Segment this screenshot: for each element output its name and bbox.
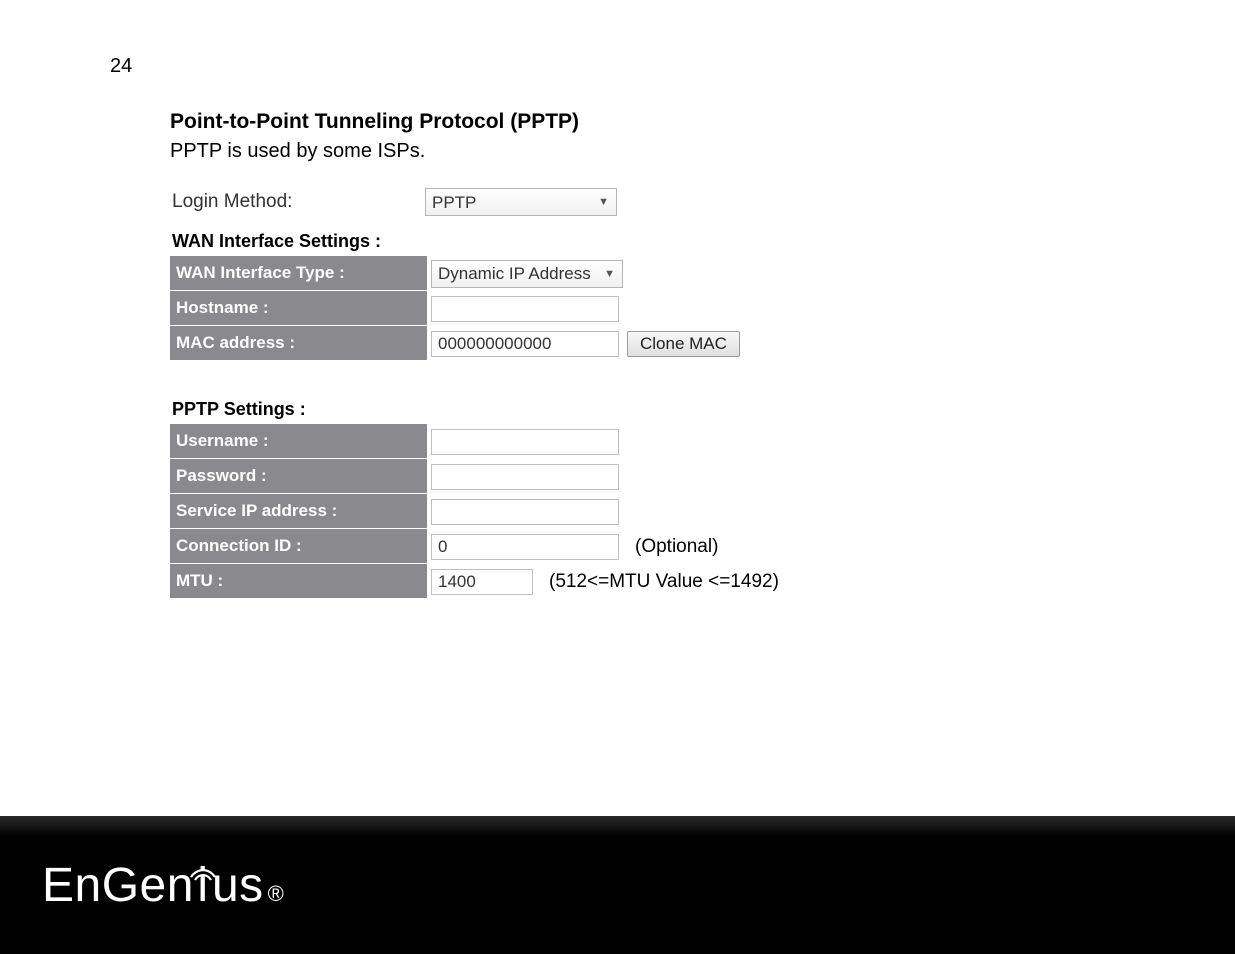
hostname-label: Hostname :: [170, 291, 427, 326]
mtu-input[interactable]: [431, 569, 533, 595]
footer: EnGen i us®: [0, 816, 1235, 954]
mtu-hint: (512<=MTU Value <=1492): [549, 571, 779, 593]
username-input[interactable]: [431, 429, 619, 455]
username-value-cell: [427, 427, 623, 457]
wan-interface-type-row: WAN Interface Type : Dynamic IP Address …: [170, 256, 1070, 291]
engenius-logo: EnGen i us®: [42, 858, 284, 913]
pptp-settings-table: Username : Password : Service IP address…: [170, 424, 1070, 599]
wan-interface-type-label: WAN Interface Type :: [170, 256, 427, 291]
wan-interface-type-select[interactable]: Dynamic IP Address: [431, 260, 623, 288]
service-ip-label: Service IP address :: [170, 494, 427, 529]
connection-id-value-cell: (Optional): [427, 532, 722, 562]
password-row: Password :: [170, 459, 1070, 494]
wan-interface-type-value-cell: Dynamic IP Address ▼: [427, 258, 627, 290]
login-method-label: Login Method:: [170, 187, 425, 217]
service-ip-value-cell: [427, 497, 623, 527]
mtu-row: MTU : (512<=MTU Value <=1492): [170, 564, 1070, 599]
connection-id-label: Connection ID :: [170, 529, 427, 564]
wifi-icon: [188, 840, 218, 895]
mac-address-row: MAC address : Clone MAC: [170, 326, 1070, 361]
hostname-value-cell: [427, 294, 623, 324]
page-number: 24: [110, 55, 132, 78]
section-title: Point-to-Point Tunneling Protocol (PPTP): [170, 110, 1070, 134]
logo-i-wrap: i: [194, 858, 212, 913]
section-subtitle: PPTP is used by some ISPs.: [170, 140, 1070, 163]
connection-id-input[interactable]: [431, 534, 619, 560]
section-spacer: [170, 361, 1070, 391]
service-ip-row: Service IP address :: [170, 494, 1070, 529]
logo-text-gen: Gen: [102, 858, 194, 913]
password-label: Password :: [170, 459, 427, 494]
password-value-cell: [427, 462, 623, 492]
mtu-label: MTU :: [170, 564, 427, 599]
hostname-row: Hostname :: [170, 291, 1070, 326]
mtu-value-cell: (512<=MTU Value <=1492): [427, 567, 783, 597]
connection-id-hint: (Optional): [635, 536, 718, 558]
content-area: Point-to-Point Tunneling Protocol (PPTP)…: [170, 110, 1070, 599]
wan-interface-type-select-wrap: Dynamic IP Address ▼: [431, 260, 623, 288]
logo-text-en: En: [42, 858, 102, 913]
mac-address-label: MAC address :: [170, 326, 427, 361]
clone-mac-button[interactable]: Clone MAC: [627, 331, 740, 357]
mac-address-input[interactable]: [431, 331, 619, 357]
wan-settings-header: WAN Interface Settings :: [170, 227, 1070, 256]
login-method-select-wrap: PPTP ▼: [425, 188, 617, 216]
username-row: Username :: [170, 424, 1070, 459]
username-label: Username :: [170, 424, 427, 459]
hostname-input[interactable]: [431, 296, 619, 322]
pptp-settings-header: PPTP Settings :: [170, 395, 1070, 424]
registered-icon: ®: [268, 881, 285, 907]
connection-id-row: Connection ID : (Optional): [170, 529, 1070, 564]
login-method-select[interactable]: PPTP: [425, 188, 617, 216]
password-input[interactable]: [431, 464, 619, 490]
logo-text-us: us: [212, 858, 264, 913]
wan-settings-table: WAN Interface Type : Dynamic IP Address …: [170, 256, 1070, 361]
service-ip-input[interactable]: [431, 499, 619, 525]
mac-address-value-cell: Clone MAC: [427, 329, 744, 359]
login-method-row: Login Method: PPTP ▼: [170, 187, 1070, 217]
